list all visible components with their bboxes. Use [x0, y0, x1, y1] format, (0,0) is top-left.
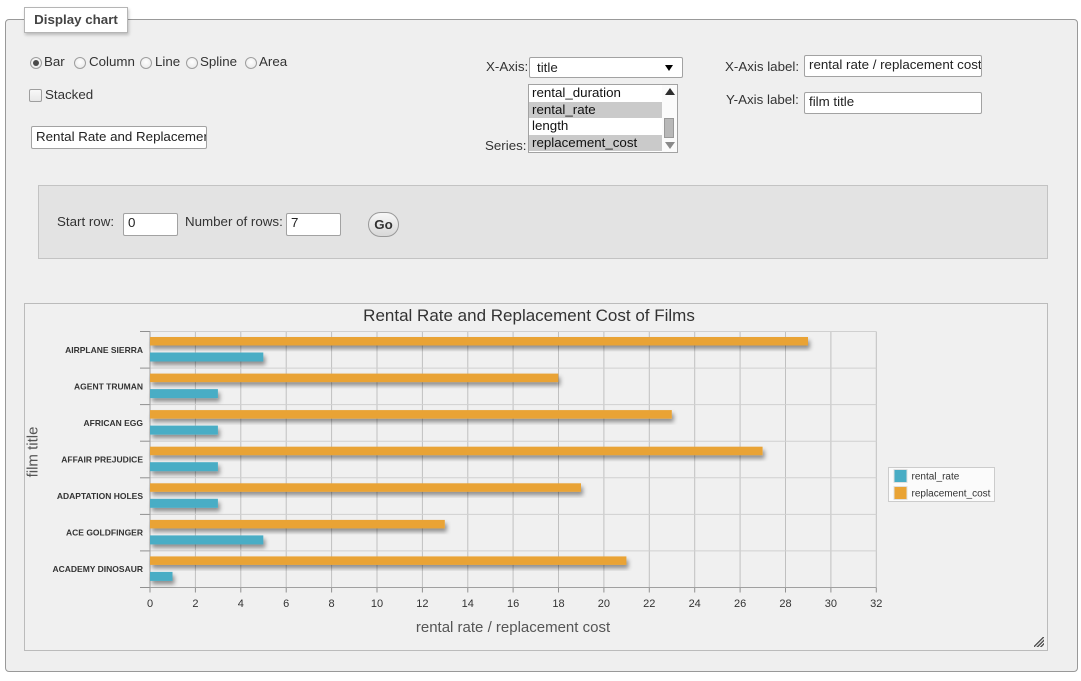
svg-text:ACADEMY DINOSAUR: ACADEMY DINOSAUR [52, 564, 143, 574]
svg-text:rental rate / replacement cost: rental rate / replacement cost [416, 619, 611, 636]
svg-text:2: 2 [192, 598, 198, 610]
svg-text:AIRPLANE SIERRA: AIRPLANE SIERRA [65, 345, 143, 355]
svg-text:rental_rate: rental_rate [912, 472, 960, 483]
svg-text:film title: film title [25, 427, 42, 478]
svg-text:12: 12 [416, 598, 428, 610]
svg-text:28: 28 [779, 598, 791, 610]
svg-text:ACE GOLDFINGER: ACE GOLDFINGER [66, 528, 143, 538]
svg-text:14: 14 [462, 598, 474, 610]
svg-text:32: 32 [870, 598, 882, 610]
svg-text:AFRICAN EGG: AFRICAN EGG [84, 418, 144, 428]
svg-text:8: 8 [329, 598, 335, 610]
svg-text:ADAPTATION HOLES: ADAPTATION HOLES [57, 491, 143, 501]
svg-text:6: 6 [283, 598, 289, 610]
svg-text:AFFAIR PREJUDICE: AFFAIR PREJUDICE [61, 455, 143, 465]
svg-text:replacement_cost: replacement_cost [912, 489, 991, 500]
svg-text:24: 24 [689, 598, 701, 610]
svg-text:20: 20 [598, 598, 610, 610]
svg-text:0: 0 [147, 598, 153, 610]
svg-text:10: 10 [371, 598, 383, 610]
svg-text:22: 22 [643, 598, 655, 610]
svg-text:4: 4 [238, 598, 244, 610]
svg-text:Rental Rate and Replacement Co: Rental Rate and Replacement Cost of Film… [363, 306, 695, 325]
svg-text:26: 26 [734, 598, 746, 610]
svg-text:18: 18 [552, 598, 564, 610]
svg-text:30: 30 [825, 598, 837, 610]
svg-text:AGENT TRUMAN: AGENT TRUMAN [74, 381, 143, 391]
svg-text:16: 16 [507, 598, 519, 610]
